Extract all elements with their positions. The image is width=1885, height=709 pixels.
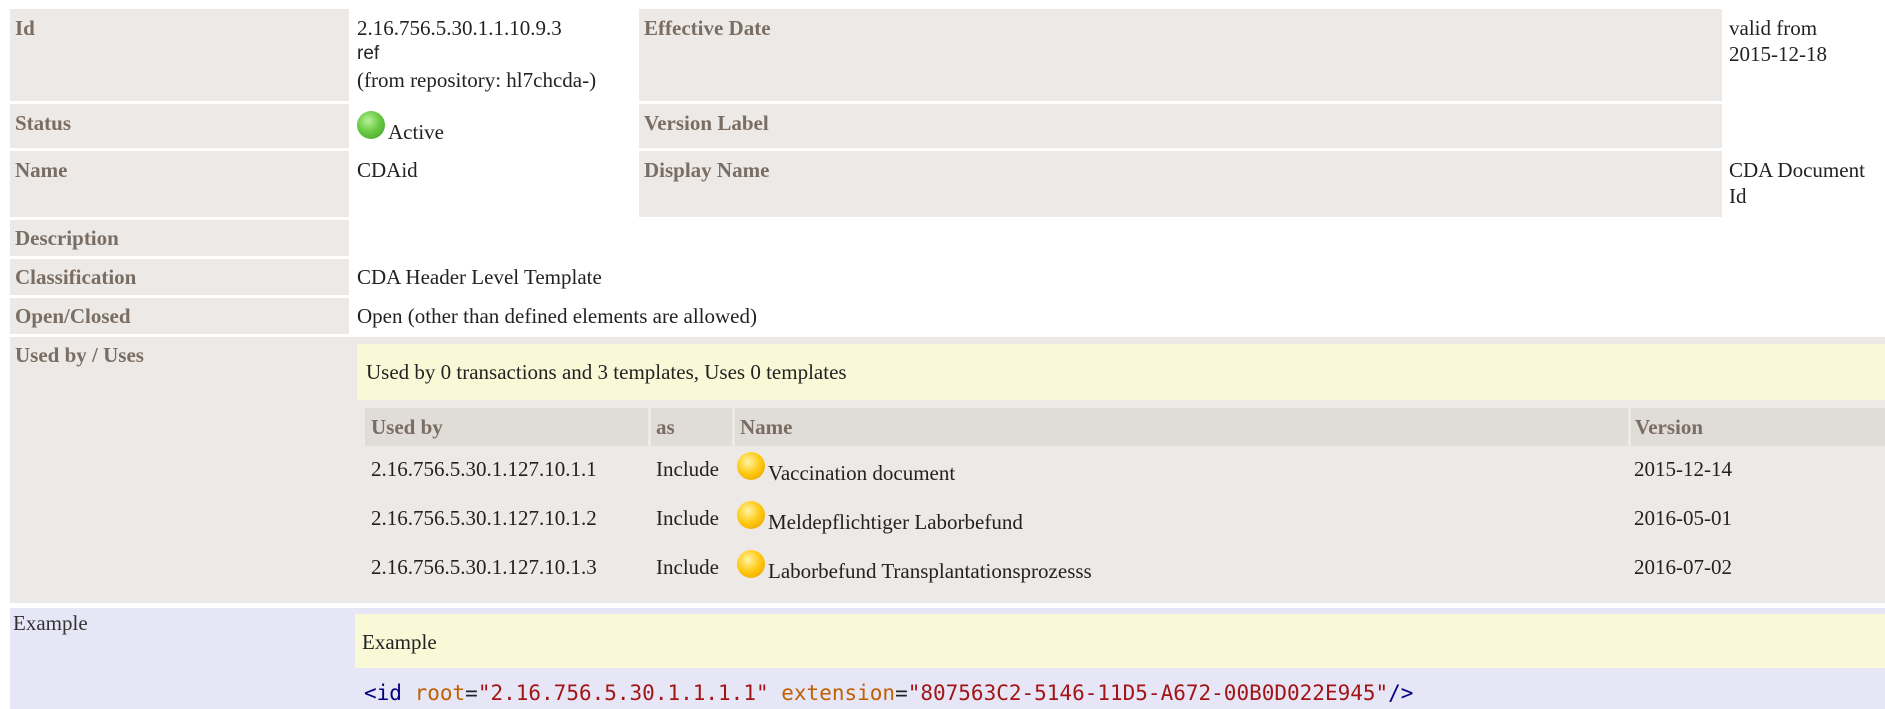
active-status-icon bbox=[357, 111, 385, 139]
pending-status-icon bbox=[737, 452, 765, 480]
name-value: CDAid bbox=[357, 158, 418, 182]
effective-date-value: valid from 2015-12-18 bbox=[1729, 9, 1885, 101]
pending-status-icon bbox=[737, 501, 765, 529]
used-by-name-text: Vaccination document bbox=[768, 461, 956, 485]
status-value: Active bbox=[357, 104, 637, 148]
col-header-as: as bbox=[651, 408, 732, 446]
effective-date-valid-from: valid from bbox=[1729, 16, 1818, 40]
effective-date-label: Effective Date bbox=[639, 9, 1722, 101]
status-label: Status bbox=[10, 104, 349, 148]
table-row[interactable]: 2.16.756.5.30.1.127.10.1.2 Include Melde… bbox=[365, 499, 1885, 547]
used-by-as: Include bbox=[656, 457, 719, 481]
open-closed-value: Open (other than defined elements are al… bbox=[357, 304, 757, 328]
used-by-name[interactable]: Vaccination document bbox=[737, 452, 955, 485]
description-value bbox=[357, 220, 1885, 256]
effective-date-date: 2015-12-18 bbox=[1729, 42, 1827, 66]
used-by-summary: Used by 0 transactions and 3 templates, … bbox=[357, 344, 1885, 400]
used-by-name[interactable]: Laborbefund Transplantationsprozesss bbox=[737, 550, 1092, 583]
id-oid: 2.16.756.5.30.1.1.10.9.3 bbox=[357, 16, 562, 40]
used-by-as: Include bbox=[656, 555, 719, 579]
used-by-version: 2016-07-02 bbox=[1634, 555, 1732, 579]
display-name-label: Display Name bbox=[639, 151, 1722, 217]
table-row[interactable]: 2.16.756.5.30.1.127.10.1.3 Include Labor… bbox=[365, 548, 1885, 596]
example-code: <id root="2.16.756.5.30.1.1.1.1" extensi… bbox=[364, 679, 1885, 709]
code-eq: = bbox=[465, 681, 478, 705]
example-title: Example bbox=[355, 614, 1885, 668]
code-value-extension: "807563C2-5146-11D5-A672-00B0D022E945" bbox=[907, 681, 1389, 705]
open-closed-label: Open/Closed bbox=[10, 298, 349, 334]
id-label: Id bbox=[10, 9, 349, 101]
id-ref: ref bbox=[357, 43, 380, 64]
description-label: Description bbox=[10, 220, 349, 256]
display-name-value: CDA Document Id bbox=[1729, 151, 1885, 217]
used-by-as: Include bbox=[656, 506, 719, 530]
col-header-name: Name bbox=[735, 408, 1628, 446]
classification-value: CDA Header Level Template bbox=[357, 265, 602, 289]
code-value-root: "2.16.756.5.30.1.1.1.1" bbox=[477, 681, 769, 705]
code-attr-root: root bbox=[414, 681, 466, 705]
pending-status-icon bbox=[737, 550, 765, 578]
name-label: Name bbox=[10, 151, 349, 217]
display-name-line1: CDA Document bbox=[1729, 158, 1865, 182]
id-value: 2.16.756.5.30.1.1.10.9.3 ref (from repos… bbox=[357, 9, 637, 101]
col-header-used-by: Used by bbox=[365, 408, 648, 446]
used-by-id[interactable]: 2.16.756.5.30.1.127.10.1.2 bbox=[371, 505, 597, 531]
code-element-open: <id bbox=[364, 681, 415, 705]
code-element-close: /> bbox=[1388, 681, 1414, 705]
col-header-version: Version bbox=[1631, 408, 1885, 446]
status-text: Active bbox=[388, 120, 444, 144]
used-by-name[interactable]: Meldepflichtiger Laborbefund bbox=[737, 501, 1023, 534]
table-row[interactable]: 2.16.756.5.30.1.127.10.1.1 Include Vacci… bbox=[365, 450, 1885, 498]
example-label: Example bbox=[10, 608, 349, 709]
used-by-label: Used by / Uses bbox=[10, 337, 349, 603]
used-by-id[interactable]: 2.16.756.5.30.1.127.10.1.3 bbox=[371, 554, 597, 580]
classification-label: Classification bbox=[10, 259, 349, 295]
code-attr-extension: extension bbox=[781, 681, 896, 705]
display-name-line2: Id bbox=[1729, 184, 1747, 208]
id-repository: (from repository: hl7chcda-) bbox=[357, 68, 597, 92]
used-by-version: 2015-12-14 bbox=[1634, 457, 1732, 481]
code-eq: = bbox=[895, 681, 908, 705]
version-label-label: Version Label bbox=[639, 104, 1722, 148]
used-by-id[interactable]: 2.16.756.5.30.1.127.10.1.1 bbox=[371, 456, 597, 482]
used-by-version: 2016-05-01 bbox=[1634, 506, 1732, 530]
version-label-value bbox=[1729, 104, 1885, 148]
used-by-name-text: Meldepflichtiger Laborbefund bbox=[768, 510, 1023, 534]
used-by-name-text: Laborbefund Transplantationsprozesss bbox=[768, 559, 1092, 583]
